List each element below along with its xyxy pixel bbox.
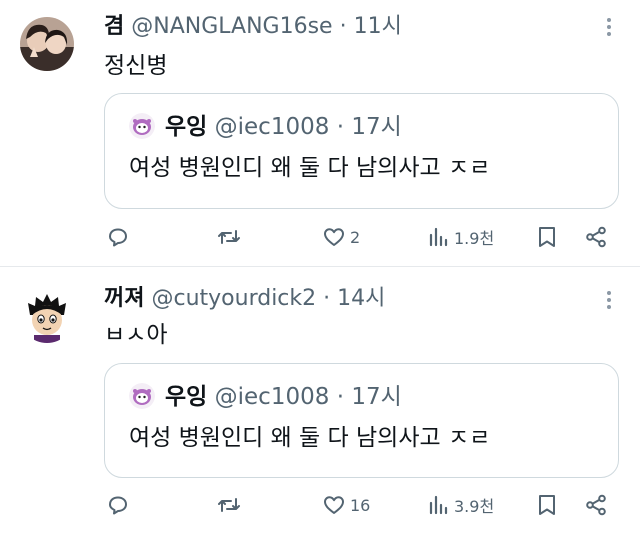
bookmark-button[interactable] xyxy=(536,224,558,250)
bookmark-icon xyxy=(539,495,555,515)
view-count: 1.9천 xyxy=(454,229,495,248)
more-icon[interactable] xyxy=(606,18,612,40)
share-button[interactable] xyxy=(584,492,608,518)
quoted-display-name: 우잉 xyxy=(165,114,208,140)
heart-icon xyxy=(324,228,344,246)
quoted-timestamp: 17시 xyxy=(351,114,402,140)
user-handle[interactable]: @cutyourdick2 xyxy=(151,286,316,311)
tweet-text: ㅂㅅ아 xyxy=(104,322,168,348)
quoted-avatar xyxy=(129,113,155,139)
tweet[interactable]: 꺼져 @cutyourdick2 · 14시 ㅂㅅ아 우잉 @iec1008 ·… xyxy=(0,267,640,545)
action-bar: 16 3.9천 xyxy=(104,492,619,518)
avatar[interactable] xyxy=(20,289,74,343)
views-button[interactable]: 1.9천 xyxy=(428,224,494,250)
views-icon xyxy=(429,227,448,247)
reply-icon xyxy=(109,228,127,247)
action-bar: 2 1.9천 xyxy=(104,224,619,250)
quoted-header: 우잉 @iec1008 · 17시 xyxy=(129,382,402,412)
timestamp[interactable]: 14시 xyxy=(337,286,385,311)
retweet-icon xyxy=(218,498,240,512)
display-name[interactable]: 겸 xyxy=(104,14,124,39)
tweet-header: 겸 @NANGLANG16se · 11시 xyxy=(104,12,402,42)
view-count: 3.9천 xyxy=(454,497,495,516)
tweet-text: 정신병 xyxy=(104,53,168,79)
bookmark-button[interactable] xyxy=(536,492,558,518)
quoted-avatar xyxy=(129,383,155,409)
reply-button[interactable] xyxy=(106,224,130,250)
user-handle[interactable]: @NANGLANG16se xyxy=(131,14,332,39)
retweet-button[interactable] xyxy=(216,492,242,518)
share-button[interactable] xyxy=(584,224,608,250)
views-button[interactable]: 3.9천 xyxy=(428,492,494,518)
quoted-handle: @iec1008 xyxy=(214,384,330,410)
reply-icon xyxy=(109,496,127,515)
quoted-text: 여성 병원인디 왜 둘 다 남의사고 ㅈㄹ xyxy=(129,155,491,181)
separator-dot: · xyxy=(336,384,344,410)
separator-dot: · xyxy=(323,286,331,311)
share-icon xyxy=(586,494,606,516)
tweet-header: 꺼져 @cutyourdick2 · 14시 xyxy=(104,284,385,314)
avatar[interactable] xyxy=(20,17,74,71)
quoted-display-name: 우잉 xyxy=(165,384,208,410)
separator-dot: · xyxy=(339,14,347,39)
like-button[interactable]: 16 xyxy=(322,492,370,518)
quoted-tweet[interactable]: 우잉 @iec1008 · 17시 여성 병원인디 왜 둘 다 남의사고 ㅈㄹ xyxy=(104,93,619,209)
quoted-tweet[interactable]: 우잉 @iec1008 · 17시 여성 병원인디 왜 둘 다 남의사고 ㅈㄹ xyxy=(104,363,619,478)
like-count: 2 xyxy=(350,227,361,247)
quoted-header: 우잉 @iec1008 · 17시 xyxy=(129,112,402,142)
quoted-timestamp: 17시 xyxy=(351,384,402,410)
display-name[interactable]: 꺼져 xyxy=(104,286,144,311)
more-icon[interactable] xyxy=(606,291,612,313)
timestamp[interactable]: 11시 xyxy=(354,14,402,39)
share-icon xyxy=(586,226,606,248)
tweet[interactable]: 겸 @NANGLANG16se · 11시 정신병 우잉 @iec1008 · … xyxy=(0,0,640,267)
separator-dot: · xyxy=(336,114,344,140)
retweet-icon xyxy=(218,230,240,244)
heart-icon xyxy=(324,496,344,514)
retweet-button[interactable] xyxy=(216,224,242,250)
quoted-handle: @iec1008 xyxy=(214,114,330,140)
views-icon xyxy=(429,495,448,515)
like-count: 16 xyxy=(350,495,371,515)
bookmark-icon xyxy=(539,227,555,247)
like-button[interactable]: 2 xyxy=(322,224,360,250)
quoted-text: 여성 병원인디 왜 둘 다 남의사고 ㅈㄹ xyxy=(129,425,491,451)
reply-button[interactable] xyxy=(106,492,130,518)
